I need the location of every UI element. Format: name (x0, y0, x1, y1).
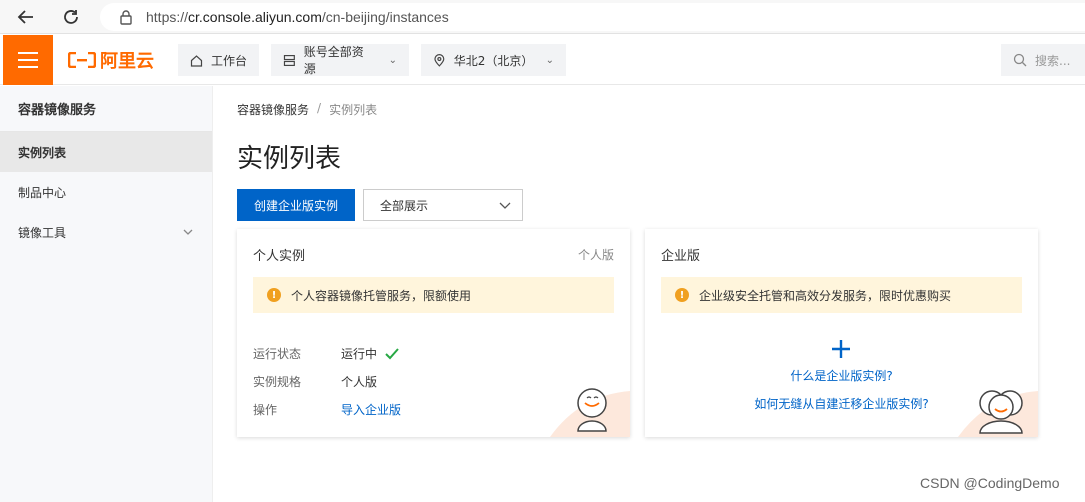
enterprise-instance-card: 企业版 ! 企业级安全托管和高效分发服务，限时优惠购买 什么是企业版实例? 如何… (645, 229, 1038, 437)
filter-select[interactable]: 全部展示 (363, 189, 523, 221)
aliyun-logo-mark-icon (68, 52, 96, 68)
hamburger-line (18, 66, 38, 68)
search-placeholder: 搜索... (1035, 53, 1071, 68)
create-enterprise-instance-button[interactable]: 创建企业版实例 (237, 189, 355, 221)
back-button[interactable] (15, 6, 37, 28)
hamburger-line (18, 59, 38, 61)
info-key: 操作 (253, 403, 278, 417)
status-text: 运行中 (341, 347, 378, 361)
location-pin-icon (434, 53, 445, 67)
import-enterprise-link[interactable]: 导入企业版 (341, 401, 401, 418)
url-prefix: https:// (146, 9, 189, 25)
card-title: 企业版 (661, 249, 701, 264)
browser-toolbar: https://cr.console.aliyun.com/cn-beijing… (0, 0, 1085, 34)
hamburger-line (18, 52, 38, 54)
address-bar[interactable]: https://cr.console.aliyun.com/cn-beijing… (100, 3, 1085, 31)
breadcrumb-root[interactable]: 容器镜像服务 (237, 101, 309, 118)
notice-text: 企业级安全托管和高效分发服务，限时优惠购买 (699, 288, 952, 303)
info-value: 运行中 (341, 345, 399, 362)
info-value: 个人版 (341, 375, 378, 389)
person-illustration-icon (550, 388, 630, 437)
info-row-action: 操作 导入企业版 (253, 401, 401, 418)
card-title: 个人实例 (253, 249, 306, 264)
chevron-down-icon (499, 202, 511, 209)
console-header: 阿里云 工作台 账号全部资源 ⌄ 华北2（北京） ⌄ 搜索... (0, 35, 1085, 85)
url-path: /cn-beijing/instances (321, 9, 449, 25)
resources-dropdown[interactable]: 账号全部资源 ⌄ (271, 44, 409, 76)
info-key: 实例规格 (253, 375, 302, 389)
resources-label: 账号全部资源 (303, 45, 364, 76)
chevron-down-icon: ⌄ (545, 54, 554, 66)
lock-icon (120, 10, 132, 25)
check-icon (385, 347, 399, 359)
watermark: CSDN @CodingDemo (920, 475, 1060, 491)
url-text: https://cr.console.aliyun.com/cn-beijing… (146, 9, 449, 25)
url-host: cr.console.aliyun.com (188, 9, 322, 25)
notice-banner: ! 企业级安全托管和高效分发服务，限时优惠购买 (661, 277, 1022, 313)
region-label: 华北2（北京） (453, 53, 534, 68)
workbench-label: 工作台 (211, 53, 248, 68)
breadcrumb-separator: / (317, 101, 322, 115)
sidebar-title: 容器镜像服务 (0, 86, 212, 132)
info-row-status: 运行状态 运行中 (253, 345, 399, 362)
page-title: 实例列表 (237, 144, 342, 174)
sidebar-item-instances[interactable]: 实例列表 (0, 132, 212, 172)
breadcrumb-current: 实例列表 (329, 103, 378, 117)
aliyun-logo[interactable]: 阿里云 (68, 48, 154, 72)
server-icon (283, 54, 295, 66)
sidebar-item-label: 镜像工具 (18, 225, 67, 240)
hamburger-menu-button[interactable] (3, 35, 53, 85)
search-icon (1013, 53, 1027, 67)
filter-value: 全部展示 (380, 198, 429, 213)
warning-icon: ! (267, 288, 281, 302)
sidebar-item-artifacts[interactable]: 制品中心 (0, 172, 212, 212)
notice-text: 个人容器镜像托管服务，限额使用 (291, 288, 472, 303)
edition-tag: 个人版 (577, 248, 614, 262)
workbench-button[interactable]: 工作台 (178, 44, 259, 76)
sidebar-item-label: 制品中心 (18, 185, 67, 200)
notice-banner: ! 个人容器镜像托管服务，限额使用 (253, 277, 614, 313)
info-row-spec: 实例规格 个人版 (253, 373, 377, 390)
sidebar-item-label: 实例列表 (18, 145, 67, 160)
chevron-down-icon (183, 229, 193, 235)
logo-text: 阿里云 (100, 51, 154, 72)
warning-icon: ! (675, 288, 689, 302)
arrow-left-icon (17, 10, 33, 24)
chevron-down-icon: ⌄ (388, 54, 397, 66)
what-is-enterprise-link[interactable]: 什么是企业版实例? (645, 367, 1038, 384)
team-illustration-icon (958, 390, 1038, 437)
home-icon (190, 54, 203, 67)
breadcrumb: 容器镜像服务 / 实例列表 (237, 101, 377, 118)
reload-button[interactable] (60, 6, 82, 28)
region-dropdown[interactable]: 华北2（北京） ⌄ (421, 44, 566, 76)
reload-icon (64, 10, 78, 24)
sidebar-item-image-tools[interactable]: 镜像工具 (0, 212, 212, 252)
search-input[interactable]: 搜索... (1001, 44, 1085, 76)
info-key: 运行状态 (253, 347, 302, 361)
sidebar: 容器镜像服务 实例列表 制品中心 镜像工具 (0, 86, 213, 502)
plus-icon[interactable] (829, 337, 853, 361)
personal-instance-card: 个人实例 个人版 ! 个人容器镜像托管服务，限额使用 运行状态 运行中 实例规格… (237, 229, 630, 437)
